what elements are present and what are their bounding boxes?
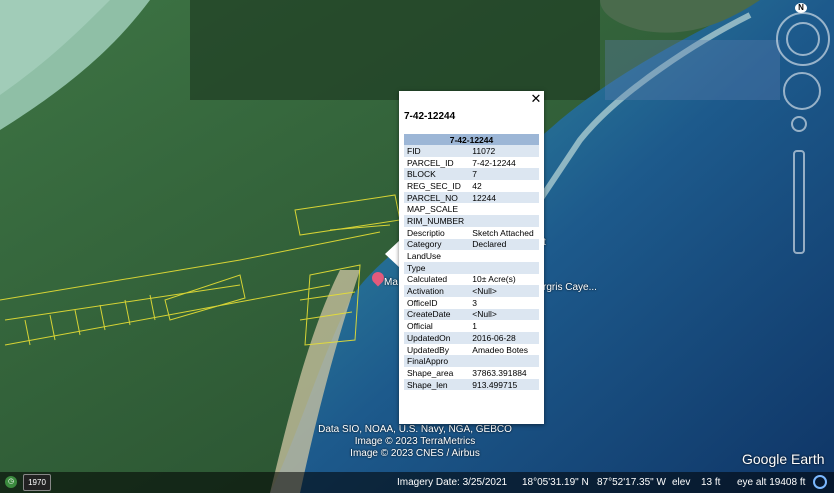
attribute-key: PARCEL_NO (404, 191, 470, 204)
attribute-key: OfficeID (404, 296, 470, 309)
credit-line-2: Image © 2023 TerraMetrics (354, 436, 476, 447)
table-row: FinalAppro (404, 355, 539, 368)
imagery-credits: Data SIO, NOAA, U.S. Navy, NGA, GEBCO Im… (300, 424, 530, 460)
attribute-key: BLOCK (404, 168, 470, 181)
table-row: UpdatedBy Amadeo Botes (404, 343, 539, 356)
attribute-key: Shape_area (404, 367, 470, 379)
attribute-value (469, 250, 539, 262)
compass-north[interactable]: N (795, 3, 807, 13)
attribute-value: 10± Acre(s) (469, 273, 539, 286)
attribute-value: <Null> (469, 285, 539, 297)
attribute-value: Amadeo Botes (469, 343, 539, 356)
attribute-key: FinalAppro (404, 355, 470, 368)
table-row: OfficeID 3 (404, 296, 539, 309)
table-row: Official 1 (404, 320, 539, 332)
table-row: Type (404, 261, 539, 274)
attribute-value: 7-42-12244 (469, 156, 539, 169)
move-joystick[interactable] (783, 72, 821, 110)
attribute-value: 42 (469, 180, 539, 192)
attribute-table-body: FID 11072 PARCEL_ID 7-42-12244 BLOCK 7 REG_SEC… (404, 145, 539, 391)
google-earth-logo: Google Earth (742, 451, 825, 467)
attribute-key: PARCEL_ID (404, 156, 470, 169)
attribute-table: 7-42-12244 FID 11072 PARCEL_ID 7-42-12244 BL… (404, 134, 539, 391)
table-row: RIM_NUMBER (404, 215, 539, 227)
table-row: Shape_area 37863.391884 (404, 367, 539, 379)
attribute-key: Shape_len (404, 378, 470, 391)
table-row: CreateDate <Null> (404, 308, 539, 321)
attribute-key: Type (404, 261, 470, 274)
attribute-key: MAP_SCALE (404, 203, 470, 216)
attribute-value: 3 (469, 296, 539, 309)
historical-imagery-icon[interactable]: ◷ (5, 476, 17, 488)
attribute-key: Activation (404, 285, 470, 297)
table-row: Category Declared (404, 238, 539, 251)
table-row: PARCEL_NO 12244 (404, 191, 539, 204)
zoom-slider[interactable] (793, 150, 805, 254)
table-row: UpdatedOn 2016-06-28 (404, 332, 539, 344)
attribute-value (469, 261, 539, 274)
attribute-value (469, 203, 539, 216)
status-bar: ◷ 1970 Imagery Date: 3/25/2021 18°05'31.… (0, 472, 834, 493)
look-joystick-inner[interactable] (786, 22, 820, 56)
parcel-info-balloon: ✕ 7-42-12244 7-42-12244 FID 11072 PARCEL_I… (399, 91, 544, 424)
attribute-key: Category (404, 238, 470, 251)
attribute-key: LandUse (404, 250, 470, 262)
table-row: FID 11072 (404, 145, 539, 157)
attribute-value: <Null> (469, 308, 539, 321)
table-row: Descriptio Sketch Attached (404, 226, 539, 239)
street-view-icon[interactable] (791, 116, 807, 132)
latitude-readout: 18°05'31.19" N (522, 477, 589, 488)
popup-pointer (385, 240, 400, 268)
attribute-value: Declared (469, 238, 539, 251)
historical-year-button[interactable]: 1970 (23, 474, 51, 491)
attribute-key: FID (404, 145, 470, 157)
attribute-value: Sketch Attached (469, 226, 539, 239)
place-label-right[interactable]: rgris Caye... (543, 282, 597, 293)
elevation-value: 13 ft (701, 477, 721, 488)
table-row: Shape_len 913.499715 (404, 378, 539, 391)
attribute-value: 913.499715 (469, 378, 539, 391)
elevation-label: elev (672, 477, 691, 488)
attribute-value: 1 (469, 320, 539, 332)
attribute-value (469, 355, 539, 368)
attribute-key: REG_SEC_ID (404, 180, 470, 192)
close-icon[interactable]: ✕ (530, 92, 542, 105)
attribute-value (469, 215, 539, 227)
eye-altitude: eye alt 19408 ft (737, 477, 806, 488)
streaming-status-icon (813, 475, 827, 489)
credit-line-3: Image © 2023 CNES / Airbus (350, 448, 480, 459)
attribute-value: 11072 (469, 145, 539, 157)
table-row: Calculated 10± Acre(s) (404, 273, 539, 286)
attribute-value: 12244 (469, 191, 539, 204)
attribute-value: 37863.391884 (469, 367, 539, 379)
attribute-key: RIM_NUMBER (404, 215, 470, 227)
attribute-key: UpdatedOn (404, 332, 470, 344)
table-row: Activation <Null> (404, 285, 539, 297)
attribute-value: 2016-06-28 (469, 332, 539, 344)
attribute-key: Calculated (404, 273, 470, 286)
table-row: PARCEL_ID 7-42-12244 (404, 156, 539, 169)
credit-line-1: Data SIO, NOAA, U.S. Navy, NGA, GEBCO (318, 424, 512, 435)
table-row: MAP_SCALE (404, 203, 539, 216)
attribute-value: 7 (469, 168, 539, 181)
attribute-key: Official (404, 320, 470, 332)
attribute-key: UpdatedBy (404, 343, 470, 356)
table-row: REG_SEC_ID 42 (404, 180, 539, 192)
attribute-table-header: 7-42-12244 (404, 134, 539, 145)
place-label-left[interactable]: Ma (384, 277, 398, 288)
longitude-readout: 87°52'17.35" W (597, 477, 666, 488)
table-row: LandUse (404, 250, 539, 262)
attribute-key: CreateDate (404, 308, 470, 321)
balloon-title: 7-42-12244 (404, 111, 456, 122)
attribute-key: Descriptio (404, 226, 470, 239)
imagery-date: Imagery Date: 3/25/2021 (397, 477, 508, 488)
table-row: BLOCK 7 (404, 168, 539, 181)
